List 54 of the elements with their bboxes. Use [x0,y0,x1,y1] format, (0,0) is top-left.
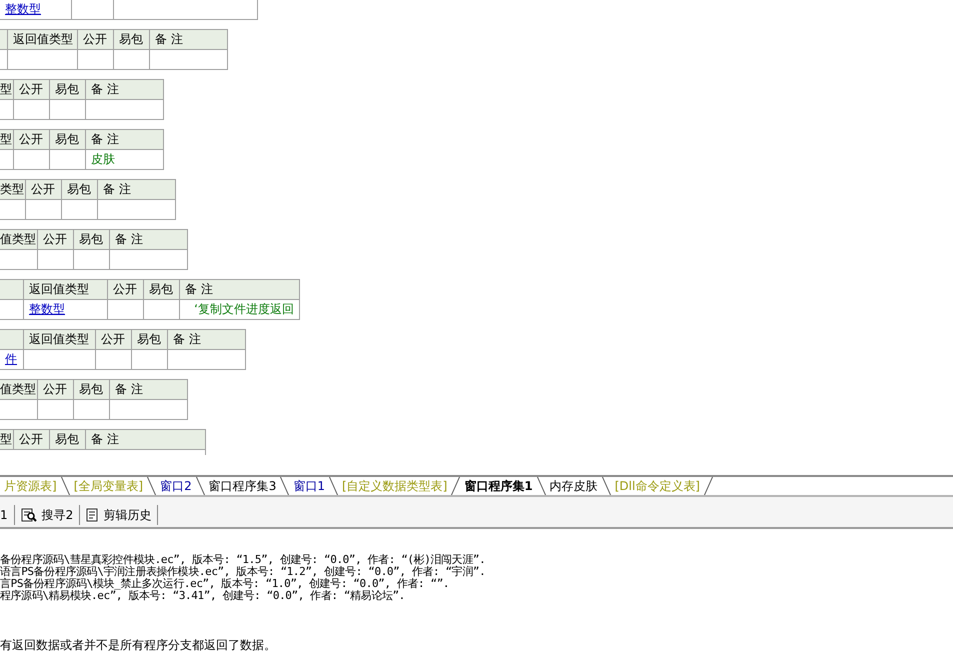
editor-tab[interactable]: 内存皮肤 [546,477,602,496]
comment-text: 皮肤 [86,150,164,170]
column-header: 公开 [38,380,74,400]
panel-tab[interactable]: 搜寻2 [14,505,80,526]
comment-text: ‘复制文件进度返回 [180,300,300,320]
column-header: 易包 [62,180,98,200]
column-header: 备 注 [110,230,188,250]
output-line: 语言PS备份程序源码\宇润注册表操作模块.ec”, 版本号: “1.2”, 创建号: “0.0”, 作者: “宇润”. [0,566,486,578]
search-icon [20,508,37,522]
column-header: 备 注 [86,130,164,150]
column-header: 公开 [14,430,50,450]
column-header: 易包 [50,130,86,150]
column-header: 返回值类型 [8,30,78,50]
column-header: 易包 [132,330,168,350]
column-header: 公开 [96,330,132,350]
document-icon [86,508,98,522]
column-header: 易包 [74,380,110,400]
column-header: 易包 [74,230,110,250]
column-header: 公开 [14,80,50,100]
column-header: 类型 [0,180,26,200]
column-header: 返回值类型 [24,330,96,350]
column-header: 备 注 [180,280,300,300]
output-line: 言PS备份程序源码\模块_禁止多次运行.ec”, 版本号: “1.0”, 创建号: “0.0”, 作者: “”. [0,578,450,590]
column-header: 易包 [144,280,180,300]
panel-tab[interactable]: 1 [0,505,15,526]
column-header: 备 注 [110,380,188,400]
type-link[interactable]: 整数型 [0,0,72,20]
column-header: 型 [0,430,14,450]
editor-tab[interactable]: 窗口2 [156,477,196,496]
column-header: 备 注 [86,80,164,100]
column-header: 备 注 [168,330,246,350]
column-header: 公开 [26,180,62,200]
output-line: 有返回数据或者并不是所有程序分支都返回了数据。 [0,638,277,652]
editor-tab[interactable]: 窗口程序集3 [204,477,280,496]
type-link[interactable]: 整数型 [24,300,108,320]
panel-tab[interactable]: 剪辑历史 [80,505,158,526]
column-header: 备 注 [98,180,176,200]
column-header: 公开 [108,280,144,300]
output-line: 备份程序源码\彗星真彩控件模块.ec”, 版本号: “1.5”, 创建号: “0.0”, 作者: “(彬)泪闯天涯”. [0,554,486,566]
column-header: 型 [0,130,14,150]
column-header: 易包 [50,80,86,100]
type-link[interactable]: 件 [0,350,24,370]
column-header: 型 [0,80,14,100]
editor-tab[interactable]: 窗口程序集1 [460,477,537,496]
column-header: 易包 [114,30,150,50]
editor-tab[interactable]: 窗口1 [289,477,329,496]
column-header: 返回值类型 [24,280,108,300]
column-header: 公开 [38,230,74,250]
column-header: 易包 [50,430,86,450]
column-header: 公开 [14,130,50,150]
column-header: 公开 [78,30,114,50]
column-header: 备 注 [86,430,206,450]
output-line: 程序源码\精易模块.ec”, 版本号: “3.41”, 创建号: “0.0”, 作者: “精易论坛”. [0,590,406,602]
column-header: 备 注 [150,30,228,50]
